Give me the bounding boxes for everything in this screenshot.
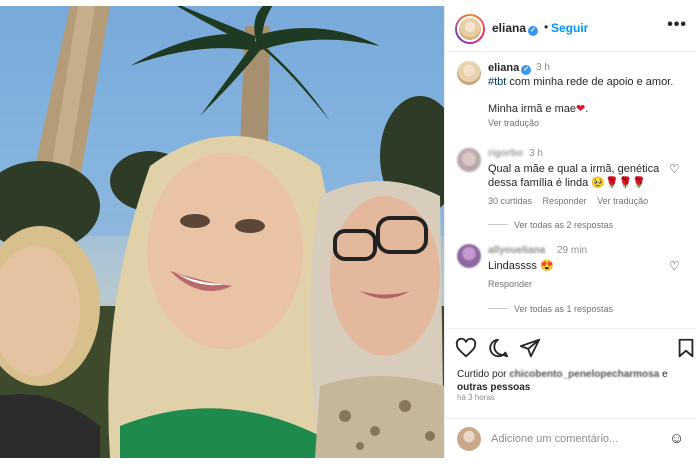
view-replies-text[interactable]: Ver todas as 2 respostas: [514, 220, 613, 230]
caption-line-2: Minha irmã e mae❤.: [488, 102, 588, 115]
post-photo[interactable]: [0, 6, 444, 458]
view-replies-link[interactable]: Ver todas as 2 respostas: [488, 220, 613, 230]
post-timestamp: há 3 horas: [457, 393, 495, 402]
comment-avatar[interactable]: [457, 148, 481, 172]
comment-time: 3 h: [529, 148, 543, 159]
reply-button[interactable]: Responder: [543, 196, 587, 206]
follow-button[interactable]: Seguir: [551, 21, 588, 35]
heart-emoji: ❤: [576, 103, 586, 115]
post-header: eliana ✓ • Seguir •••: [445, 6, 696, 52]
heart-icon[interactable]: [455, 337, 477, 359]
hashtag-link[interactable]: #tbt: [488, 76, 506, 88]
comment-username[interactable]: rigorbo: [488, 148, 523, 159]
comment-icon[interactable]: [487, 337, 509, 359]
caption-trailing: .: [585, 103, 589, 115]
comment-likes[interactable]: 30 curtidas: [488, 196, 532, 206]
current-user-avatar: [457, 427, 481, 451]
verified-badge-icon: ✓: [521, 65, 532, 75]
liked-by-and: e: [662, 369, 668, 380]
share-icon[interactable]: [519, 337, 541, 359]
liked-by-user[interactable]: chicobento_penelopecharmosa: [509, 369, 659, 380]
comment-username[interactable]: allyoueliana: [488, 245, 545, 256]
caption-translate-link[interactable]: Ver tradução: [488, 118, 539, 128]
username-text[interactable]: eliana: [492, 21, 526, 35]
caption-text: #tbt com minha rede de apoio e amor.: [488, 76, 688, 88]
caption-username[interactable]: eliana ✓: [488, 62, 532, 75]
caption-time: 3 h: [536, 62, 550, 73]
divider: [488, 224, 508, 225]
comment-text: Lindassss 😍: [488, 260, 554, 272]
view-replies-link[interactable]: Ver todas as 1 respostas: [488, 304, 613, 314]
comment-avatar[interactable]: [457, 244, 481, 268]
bookmark-icon[interactable]: [675, 337, 696, 359]
heart-icon[interactable]: ♡: [669, 259, 680, 273]
caption-line-2-text: Minha irmã e mae: [488, 103, 577, 115]
heart-icon[interactable]: ♡: [669, 162, 680, 176]
caption-username-text[interactable]: eliana: [488, 62, 519, 74]
comment-meta: 30 curtidas Responder Ver tradução: [488, 196, 656, 206]
reply-button[interactable]: Responder: [488, 279, 532, 289]
verified-badge-icon: ✓: [528, 26, 539, 36]
comment-time: 29 min: [557, 245, 588, 256]
separator-dot: •: [544, 20, 549, 34]
action-bar: [445, 328, 696, 366]
caption-line-1: com minha rede de apoio e amor.: [509, 76, 674, 88]
liked-by-others[interactable]: outras pessoas: [457, 382, 530, 393]
liked-by-text: Curtido por chicobento_penelopecharmosa …: [457, 368, 693, 394]
post-side-panel: eliana ✓ • Seguir ••• eliana ✓ 3 h #tbt co…: [444, 6, 696, 458]
divider: [488, 308, 508, 309]
liked-by-prefix: Curtido por: [457, 369, 507, 380]
avatar[interactable]: [455, 14, 485, 44]
post-username[interactable]: eliana ✓: [492, 21, 539, 36]
comment-input[interactable]: Adicione um comentário...: [491, 433, 618, 445]
emoji-icon[interactable]: ☺: [669, 430, 684, 447]
add-comment-bar: Adicione um comentário... ☺: [445, 418, 696, 458]
view-replies-text[interactable]: Ver todas as 1 respostas: [514, 304, 613, 314]
comment-translate-link[interactable]: Ver tradução: [597, 196, 648, 206]
photo-illustration: [0, 6, 444, 458]
comment-text: Qual a mãe e qual a irmã, genética dessa…: [488, 163, 660, 189]
more-options-icon[interactable]: •••: [667, 16, 687, 34]
caption-avatar[interactable]: [457, 61, 481, 85]
